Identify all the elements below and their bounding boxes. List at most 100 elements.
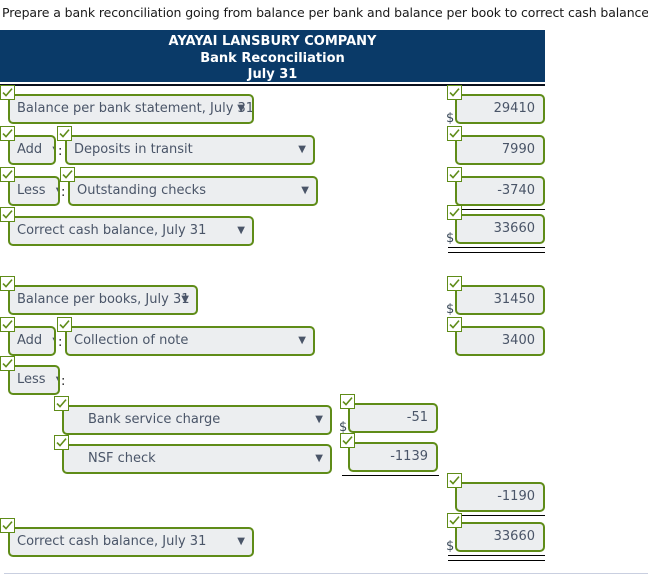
check-icon	[57, 126, 72, 141]
book-balance-amount-input[interactable]: 31450	[455, 285, 545, 315]
chevron-down-icon: ▼	[298, 335, 306, 346]
bank-correct-balance-select-wrap: Correct cash balance, July 31 ▼	[0, 207, 254, 246]
less-prefix-text-2: Less	[17, 372, 46, 387]
collection-of-note-select-wrap: Collection of note ▼	[57, 317, 315, 356]
less-prefix-select-wrap-1: Less ▼	[0, 167, 60, 206]
check-icon	[0, 518, 15, 533]
deductions-total-amount-input[interactable]: -1190	[455, 482, 545, 512]
bank-service-charge-amount-wrap: -51 $	[339, 394, 438, 435]
bank-service-charge-select-wrap: Bank service charge ▼	[54, 396, 332, 435]
check-icon	[447, 276, 462, 291]
book-correct-balance-amount-input[interactable]: 33660	[455, 522, 545, 552]
check-icon	[54, 396, 69, 411]
check-icon	[0, 356, 15, 371]
page-divider	[4, 573, 648, 574]
row-colon: :	[58, 335, 63, 350]
check-icon	[0, 207, 15, 222]
collection-of-note-amount-input[interactable]: 3400	[455, 326, 545, 356]
check-icon	[447, 473, 462, 488]
statement-title: Bank Reconciliation	[200, 50, 345, 66]
bank-balance-amount-input[interactable]: 29410	[455, 94, 545, 124]
row-colon: :	[61, 185, 66, 200]
bank-balance-amount-wrap: 29410 $	[446, 85, 545, 126]
check-icon	[447, 317, 462, 332]
dollar-sign: $	[446, 539, 455, 554]
book-subtotal-rule	[448, 515, 545, 516]
deposits-in-transit-amount-wrap: 7990	[447, 126, 545, 165]
deposits-in-transit-select[interactable]: Deposits in transit ▼	[65, 135, 315, 165]
check-icon	[0, 126, 15, 141]
less-prefix-select-2[interactable]: Less ▼	[8, 365, 60, 395]
chevron-down-icon: ▼	[237, 103, 245, 114]
check-icon	[0, 85, 15, 100]
add-prefix-select-1[interactable]: Add ▼	[8, 135, 56, 165]
deposits-in-transit-amount-input[interactable]: 7990	[455, 135, 545, 165]
chevron-down-icon: ▼	[52, 145, 54, 156]
chevron-down-icon: ▼	[298, 144, 306, 155]
collection-of-note-amount-wrap: 3400	[447, 317, 545, 356]
chevron-down-icon: ▼	[301, 185, 309, 196]
bank-service-charge-amount-input[interactable]: -51	[348, 403, 438, 433]
chevron-down-icon: ▼	[181, 294, 189, 305]
dollar-sign: $	[446, 302, 455, 317]
row-colon: :	[61, 374, 66, 389]
chevron-down-icon: ▼	[237, 536, 245, 547]
outstanding-checks-select-wrap: Outstanding checks ▼	[60, 167, 318, 206]
chevron-down-icon: ▼	[52, 336, 54, 347]
book-correct-balance-text: Correct cash balance, July 31	[17, 534, 207, 549]
company-name: AYAYAI LANSBURY COMPANY	[168, 34, 377, 49]
collection-of-note-text: Collection of note	[74, 333, 189, 348]
book-correct-balance-select-wrap: Correct cash balance, July 31 ▼	[0, 518, 254, 557]
outstanding-checks-amount-input[interactable]: -3740	[455, 176, 545, 206]
less-prefix-select-wrap-2: Less ▼	[0, 356, 60, 395]
add-prefix-select-2[interactable]: Add ▼	[8, 326, 56, 356]
check-icon	[447, 205, 462, 220]
dollar-sign: $	[446, 231, 455, 246]
book-total-double-rule	[448, 555, 545, 561]
bank-subtotal-rule	[448, 209, 545, 210]
bank-balance-label-text: Balance per bank statement, July 31	[17, 101, 254, 116]
nsf-check-select[interactable]: NSF check ▼	[62, 444, 332, 474]
worksheet-header: AYAYAI LANSBURY COMPANY Bank Reconciliat…	[0, 30, 545, 82]
book-correct-balance-select[interactable]: Correct cash balance, July 31 ▼	[8, 527, 254, 557]
chevron-down-icon: ▼	[315, 414, 323, 425]
bank-total-double-rule	[448, 247, 545, 253]
dollar-sign: $	[446, 111, 455, 126]
check-icon	[447, 167, 462, 182]
nsf-check-amount-input[interactable]: -1139	[348, 442, 438, 472]
outstanding-checks-text: Outstanding checks	[77, 183, 206, 198]
add-prefix-text-2: Add	[17, 333, 43, 348]
chevron-down-icon: ▼	[237, 225, 245, 236]
add-prefix-select-wrap-2: Add ▼	[0, 317, 56, 356]
book-balance-label-select-wrap: Balance per books, July 31 ▼	[0, 276, 198, 315]
check-icon	[340, 394, 355, 409]
less-prefix-select-1[interactable]: Less ▼	[8, 176, 60, 206]
book-correct-balance-amount-wrap: 33660 $	[446, 513, 545, 554]
bank-service-charge-select[interactable]: Bank service charge ▼	[62, 405, 332, 435]
check-icon	[54, 435, 69, 450]
outstanding-checks-select[interactable]: Outstanding checks ▼	[68, 176, 318, 206]
bank-correct-balance-amount-input[interactable]: 33660	[455, 214, 545, 244]
check-icon	[0, 317, 15, 332]
row-colon: :	[58, 144, 63, 159]
nsf-check-select-wrap: NSF check ▼	[54, 435, 332, 474]
deposits-in-transit-select-wrap: Deposits in transit ▼	[57, 126, 315, 165]
bank-correct-balance-select[interactable]: Correct cash balance, July 31 ▼	[8, 216, 254, 246]
chevron-down-icon: ▼	[315, 453, 323, 464]
check-icon	[447, 513, 462, 528]
nsf-check-text: NSF check	[88, 451, 156, 466]
check-icon	[0, 167, 15, 182]
book-balance-amount-wrap: 31450 $	[446, 276, 545, 317]
outstanding-checks-amount-wrap: -3740	[447, 167, 545, 206]
add-prefix-select-wrap-1: Add ▼	[0, 126, 56, 165]
nsf-check-amount-wrap: -1139	[340, 433, 438, 472]
collection-of-note-select[interactable]: Collection of note ▼	[65, 326, 315, 356]
less-prefix-text-1: Less	[17, 183, 46, 198]
check-icon	[447, 85, 462, 100]
statement-date: July 31	[247, 67, 298, 82]
book-balance-label-select[interactable]: Balance per books, July 31 ▼	[8, 285, 198, 315]
add-prefix-text-1: Add	[17, 142, 43, 157]
bank-balance-label-select[interactable]: Balance per bank statement, July 31 ▼	[8, 94, 254, 124]
deductions-subtotal-rule	[342, 475, 439, 476]
deductions-total-amount-wrap: -1190	[447, 473, 545, 512]
